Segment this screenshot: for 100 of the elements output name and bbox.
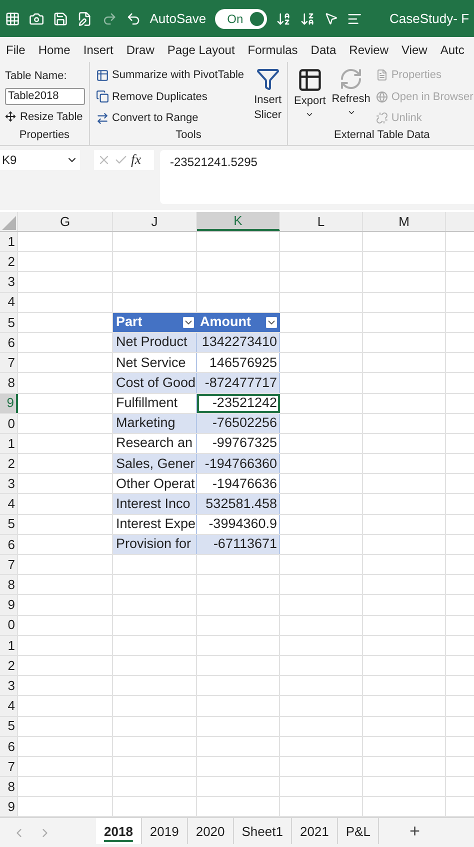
autosave-label: AutoSave — [150, 10, 206, 28]
menu-tab[interactable]: Page Layout — [167, 40, 235, 58]
row-header[interactable]: 4 — [0, 696, 18, 716]
sheet-tab[interactable]: Sheet1 — [234, 818, 292, 844]
command-icon — [96, 68, 109, 82]
sheet-tab[interactable]: 2020 — [188, 818, 234, 844]
slicer-icon — [256, 67, 280, 91]
ribbon-command[interactable]: Remove Duplicates — [96, 88, 244, 105]
row-header[interactable]: 7 — [0, 353, 18, 372]
menu-tab[interactable]: View — [402, 40, 428, 58]
row-header[interactable]: 0 — [0, 414, 18, 433]
table-cell: Net Product — [113, 332, 197, 352]
command-icon — [376, 69, 388, 82]
name-box[interactable]: K9 — [0, 150, 80, 170]
row-header[interactable]: 9 — [0, 394, 18, 413]
row-header[interactable]: 5 — [0, 514, 18, 534]
autosave-toggle[interactable]: On — [215, 8, 267, 28]
row-header[interactable]: 0 — [0, 616, 18, 635]
row-header[interactable]: 5 — [0, 312, 18, 332]
row-header[interactable]: 8 — [0, 373, 18, 392]
command-icon — [96, 112, 109, 125]
row-header[interactable]: 2 — [0, 454, 18, 474]
group-label: Tools — [176, 128, 202, 142]
table-header: Amount — [197, 312, 280, 332]
menu-tab[interactable]: Autc — [440, 40, 464, 58]
export-button[interactable]: Export — [294, 67, 326, 126]
insert-slicer-button[interactable]: Insert Slicer — [254, 67, 282, 126]
refresh-button[interactable]: Refresh — [332, 67, 370, 126]
ribbon-command[interactable]: Convert to Range — [96, 110, 244, 126]
table-cell: Cost of Good — [113, 373, 197, 392]
sheet-tab[interactable]: 2019 — [142, 818, 188, 844]
menu-tab[interactable]: Review — [349, 40, 389, 58]
row-header[interactable]: 2 — [0, 252, 18, 272]
menu-tab[interactable]: Formulas — [248, 40, 298, 58]
column-header[interactable]: M — [363, 212, 446, 231]
row-header[interactable]: 9 — [0, 595, 18, 615]
row-header[interactable]: 3 — [0, 272, 18, 292]
command-icon — [376, 112, 388, 124]
ribbon-command[interactable]: Summarize with PivotTable — [96, 67, 244, 84]
table-cell: 1342273410 — [197, 332, 280, 352]
command-icon — [376, 90, 388, 103]
row-header[interactable]: 9 — [0, 797, 18, 816]
row-header[interactable]: 6 — [0, 332, 18, 352]
row-header[interactable]: 4 — [0, 494, 18, 514]
menu-tab[interactable]: Insert — [83, 40, 114, 58]
export-icon — [296, 67, 323, 93]
table-name-label: Table Name: — [5, 69, 68, 84]
function-icon[interactable]: fx — [131, 150, 142, 170]
column-header[interactable]: L — [280, 212, 363, 231]
sort-ascending-icon[interactable] — [276, 10, 292, 26]
row-header[interactable]: 8 — [0, 777, 18, 796]
sheet-tab[interactable]: 2021 — [292, 818, 338, 844]
table-cell: Marketing — [113, 414, 197, 433]
row-header[interactable]: 6 — [0, 534, 18, 554]
row-header[interactable]: 5 — [0, 716, 18, 736]
menu-tab[interactable]: File — [6, 40, 26, 58]
resize-icon — [5, 111, 16, 122]
row-header[interactable]: 7 — [0, 555, 18, 574]
table-cell: -194766360 — [197, 454, 280, 474]
row-header[interactable]: 1 — [0, 636, 18, 655]
menu-tab[interactable]: Data — [310, 40, 336, 58]
column-header[interactable]: K — [197, 212, 280, 231]
row-header[interactable]: 6 — [0, 736, 18, 756]
formula-field[interactable]: -23521241.5295 — [160, 150, 474, 204]
menu-tab[interactable]: Draw — [126, 40, 154, 58]
row-header[interactable]: 4 — [0, 292, 18, 312]
table-name-field[interactable]: Table2018 — [5, 88, 85, 104]
save-icon[interactable] — [53, 10, 68, 26]
filter-dropdown-icon[interactable] — [266, 316, 277, 328]
row-header[interactable]: 3 — [0, 474, 18, 494]
row-header[interactable]: 1 — [0, 434, 18, 454]
group-label: Properties — [19, 128, 70, 142]
row-header[interactable]: 1 — [0, 232, 18, 252]
table-cell: -76502256 — [197, 414, 280, 433]
table-cell: -23521242 — [197, 394, 280, 413]
camera-icon[interactable] — [29, 10, 44, 26]
app-icon[interactable] — [5, 10, 20, 26]
pointer-icon[interactable] — [324, 11, 338, 26]
row-header[interactable]: 2 — [0, 656, 18, 676]
table-cell: Interest Inco — [113, 494, 197, 514]
filter-dropdown-icon[interactable] — [183, 316, 194, 328]
sheet-tab[interactable]: P&L — [338, 818, 380, 844]
group-label: External Table Data — [334, 128, 431, 142]
command-icon — [96, 90, 109, 104]
refresh-icon — [339, 67, 364, 91]
row-header[interactable]: 8 — [0, 575, 18, 594]
sort-descending-icon[interactable] — [300, 10, 316, 26]
table-header: Part — [113, 312, 197, 332]
column-header[interactable]: G — [18, 212, 113, 231]
row-header[interactable]: 7 — [0, 756, 18, 776]
sheet-tab[interactable]: 2018 — [96, 818, 142, 844]
table-cell: Sales, Gener — [113, 454, 197, 474]
file-edit-icon[interactable] — [77, 10, 92, 26]
document-title: CaseStudy- F — [390, 10, 470, 28]
resize-table-button[interactable]: Resize Table — [5, 108, 84, 125]
undo-icon[interactable] — [126, 10, 141, 26]
add-sheet-button[interactable]: + — [409, 818, 420, 844]
menu-tab[interactable]: Home — [38, 40, 70, 58]
row-header[interactable]: 3 — [0, 676, 18, 696]
table-cell: -67113671 — [197, 534, 280, 554]
